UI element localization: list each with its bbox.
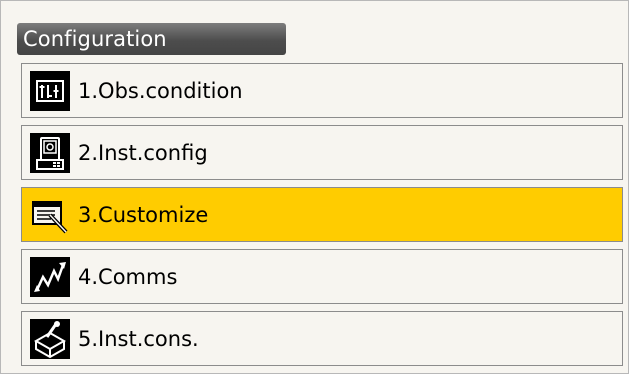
menu-item-customize[interactable]: 3.Customize	[21, 187, 623, 242]
menu-item-comms[interactable]: 4.Comms	[21, 249, 623, 304]
configuration-screen: Configuration 1.Obs.condition 2.Inst.con…	[0, 0, 629, 374]
obs-condition-icon	[30, 70, 70, 111]
instrument-icon	[30, 132, 70, 173]
menu-item-label: 2.Inst.config	[78, 140, 208, 165]
configuration-menu: 1.Obs.condition 2.Inst.config 3.Customiz…	[21, 63, 623, 373]
menu-item-label: 4.Comms	[78, 264, 178, 289]
menu-item-inst-config[interactable]: 2.Inst.config	[21, 125, 623, 180]
title-bar: Configuration	[17, 23, 286, 55]
customize-icon	[30, 195, 70, 235]
menu-item-label: 5.Inst.cons.	[78, 326, 199, 351]
menu-item-obs-condition[interactable]: 1.Obs.condition	[21, 63, 623, 118]
menu-item-label: 3.Customize	[78, 202, 209, 227]
page-title: Configuration	[23, 27, 167, 51]
menu-item-inst-cons[interactable]: 5.Inst.cons.	[21, 311, 623, 366]
comms-icon	[30, 256, 70, 297]
inst-cons-icon	[30, 318, 70, 359]
menu-item-label: 1.Obs.condition	[78, 78, 243, 103]
